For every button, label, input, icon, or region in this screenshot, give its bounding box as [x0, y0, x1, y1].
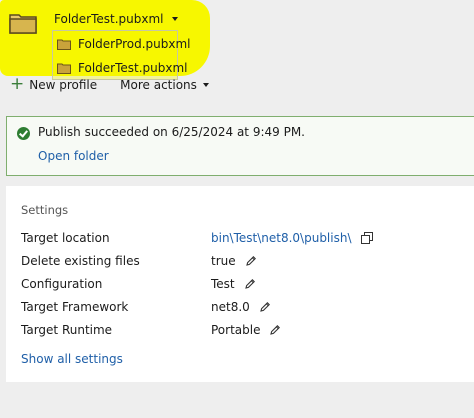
setting-row-target-framework: Target Framework net8.0: [21, 300, 461, 318]
toolbar: + New profile More actions: [10, 76, 209, 93]
new-profile-label: New profile: [29, 77, 98, 92]
dropdown-item-label: FolderProd.pubxml: [78, 37, 191, 51]
setting-value: Test: [211, 277, 256, 291]
setting-value-text: net8.0: [211, 300, 250, 314]
setting-row-target-location: Target location bin\Test\net8.0\publish\: [21, 231, 461, 249]
profile-selector[interactable]: FolderTest.pubxml: [54, 12, 178, 26]
setting-value: true: [211, 254, 257, 268]
copy-icon[interactable]: [360, 232, 373, 244]
setting-value-text: true: [211, 254, 236, 268]
setting-label: Target location: [21, 231, 110, 245]
target-location-link[interactable]: bin\Test\net8.0\publish\: [211, 231, 352, 245]
show-all-settings-link[interactable]: Show all settings: [21, 352, 123, 366]
chevron-down-icon: [171, 17, 178, 21]
setting-value: net8.0: [211, 300, 271, 314]
plus-icon: +: [10, 74, 25, 94]
edit-icon[interactable]: [244, 278, 256, 290]
more-actions-label: More actions: [120, 77, 197, 92]
setting-label: Target Runtime: [21, 323, 113, 337]
setting-value: bin\Test\net8.0\publish\: [211, 231, 373, 245]
setting-value-text: Portable: [211, 323, 261, 337]
dropdown-item-foldertest[interactable]: FolderTest.pubxml: [57, 58, 194, 78]
dropdown-item-folderprod[interactable]: FolderProd.pubxml: [57, 34, 197, 54]
setting-label: Target Framework: [21, 300, 129, 314]
publish-status-message: Publish succeeded on 6/25/2024 at 9:49 P…: [38, 125, 305, 139]
profile-selector-label: FolderTest.pubxml: [54, 12, 164, 26]
edit-icon[interactable]: [269, 324, 281, 336]
dropdown-item-label: FolderTest.pubxml: [78, 61, 188, 75]
more-actions-button[interactable]: More actions: [120, 78, 209, 92]
edit-icon[interactable]: [259, 301, 271, 313]
setting-value-text: Test: [211, 277, 235, 291]
setting-label: Configuration: [21, 277, 103, 291]
profile-dropdown: FolderProd.pubxml FolderTest.pubxml: [52, 30, 191, 80]
settings-title: Settings: [21, 203, 69, 217]
publish-status-card: Publish succeeded on 6/25/2024 at 9:49 P…: [6, 116, 474, 176]
check-circle-icon: [17, 127, 30, 140]
setting-value: Portable: [211, 323, 281, 337]
folder-icon: [57, 39, 71, 50]
setting-row-configuration: Configuration Test: [21, 277, 461, 295]
edit-icon[interactable]: [245, 255, 257, 267]
settings-panel: Settings Target location bin\Test\net8.0…: [6, 186, 474, 382]
bottom-area: [0, 396, 474, 418]
open-folder-link[interactable]: Open folder: [38, 149, 109, 163]
folder-icon: [9, 14, 37, 34]
folder-icon: [57, 63, 71, 74]
setting-label: Delete existing files: [21, 254, 140, 268]
new-profile-button[interactable]: + New profile: [10, 76, 97, 93]
chevron-down-icon: [202, 82, 209, 87]
setting-row-delete-existing-files: Delete existing files true: [21, 254, 461, 272]
setting-row-target-runtime: Target Runtime Portable: [21, 323, 461, 341]
